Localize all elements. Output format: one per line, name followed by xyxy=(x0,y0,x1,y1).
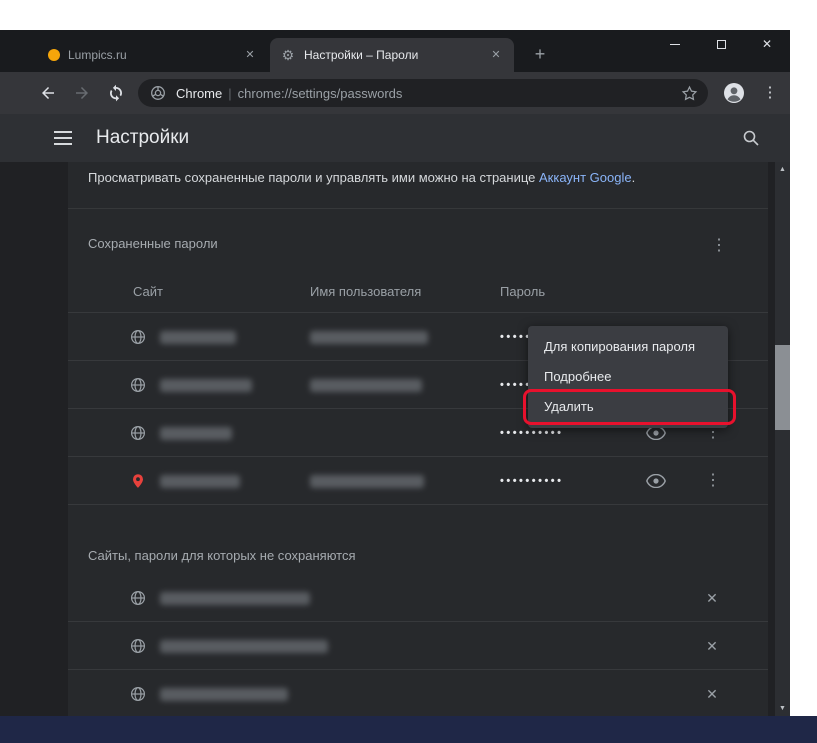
redacted-site-name xyxy=(160,427,232,440)
address-bar[interactable]: Chrome | chrome://settings/passwords xyxy=(138,79,708,107)
column-site: Сайт xyxy=(133,284,163,299)
remove-site-icon[interactable]: ✕ xyxy=(702,574,722,622)
minimize-button[interactable] xyxy=(652,30,698,58)
browser-window: Lumpics.ru ✕ ⚙ Настройки – Пароли ✕ + ✕ xyxy=(0,30,790,716)
back-icon[interactable] xyxy=(36,81,60,105)
browser-toolbar: Chrome | chrome://settings/passwords ⋮ xyxy=(0,72,790,114)
saved-passwords-menu-icon[interactable]: ⋮ xyxy=(710,232,728,260)
menu-item-delete[interactable]: Удалить xyxy=(528,392,728,422)
redacted-site-name xyxy=(160,331,236,344)
never-saved-title: Сайты, пароли для которых не сохраняются xyxy=(88,548,356,563)
site-favicon-globe-icon xyxy=(130,377,146,393)
close-button[interactable]: ✕ xyxy=(744,30,790,58)
row-more-icon[interactable]: ⋮ xyxy=(704,457,722,505)
scrollbar[interactable]: ▲ ▼ xyxy=(775,162,790,716)
redacted-site-name xyxy=(160,379,252,392)
site-favicon-globe-icon xyxy=(130,329,146,345)
hamburger-menu-icon[interactable] xyxy=(54,131,72,145)
redacted-site-name xyxy=(160,592,310,605)
scrollbar-thumb[interactable] xyxy=(775,345,790,430)
redacted-site-name xyxy=(160,475,240,488)
site-favicon-globe-icon xyxy=(130,425,146,441)
intro-text-plain: Просматривать сохраненные пароли и управ… xyxy=(88,170,539,185)
new-tab-button[interactable]: + xyxy=(528,43,552,67)
search-icon[interactable] xyxy=(742,129,760,147)
remove-site-icon[interactable]: ✕ xyxy=(702,622,722,670)
tab-title: Lumpics.ru xyxy=(68,48,234,62)
divider xyxy=(68,208,768,209)
profile-avatar[interactable] xyxy=(723,82,745,104)
password-context-menu: Для копирования пароля Подробнее Удалить xyxy=(528,326,728,428)
tab-close-icon[interactable]: ✕ xyxy=(242,47,258,63)
redacted-username xyxy=(310,331,428,344)
gear-icon: ⚙ xyxy=(280,47,296,63)
never-saved-row: ✕ xyxy=(68,622,768,670)
url-text: Chrome | chrome://settings/passwords xyxy=(176,86,681,101)
forward-icon[interactable] xyxy=(70,81,94,105)
redacted-username xyxy=(310,379,422,392)
tab-strip: Lumpics.ru ✕ ⚙ Настройки – Пароли ✕ + ✕ xyxy=(0,30,790,72)
tab-settings-passwords[interactable]: ⚙ Настройки – Пароли ✕ xyxy=(270,38,514,72)
intro-text-suffix: . xyxy=(632,170,636,185)
site-favicon-globe-icon xyxy=(130,590,146,606)
site-favicon-globe-icon xyxy=(130,686,146,702)
saved-passwords-title: Сохраненные пароли xyxy=(88,236,218,251)
browser-menu-icon[interactable]: ⋮ xyxy=(760,81,780,105)
maximize-button[interactable] xyxy=(698,30,744,58)
chrome-page-icon xyxy=(150,85,166,101)
remove-site-icon[interactable]: ✕ xyxy=(702,670,722,716)
saved-password-row: •••••••••• ⋮ xyxy=(68,457,768,505)
redacted-site-name xyxy=(160,688,288,701)
tab-lumpics[interactable]: Lumpics.ru ✕ xyxy=(38,38,268,72)
never-saved-row: ✕ xyxy=(68,670,768,716)
never-saved-row: ✕ xyxy=(68,574,768,622)
passwords-card: Просматривать сохраненные пароли и управ… xyxy=(68,162,768,716)
bookmark-star-icon[interactable] xyxy=(681,85,698,102)
settings-content: Просматривать сохраненные пароли и управ… xyxy=(0,162,790,716)
lumpics-favicon-icon xyxy=(48,49,60,61)
url-address: chrome://settings/passwords xyxy=(238,86,403,101)
table-header: Сайт Имя пользователя Пароль xyxy=(68,284,768,304)
scroll-up-icon[interactable]: ▲ xyxy=(775,162,790,177)
menu-item-copy-password[interactable]: Для копирования пароля xyxy=(528,332,728,362)
redacted-username xyxy=(310,475,424,488)
tab-close-icon[interactable]: ✕ xyxy=(488,47,504,63)
never-saved-list: ✕ ✕ ✕ xyxy=(68,574,768,716)
site-favicon-globe-icon xyxy=(130,638,146,654)
google-account-link[interactable]: Аккаунт Google xyxy=(539,170,632,185)
password-dots: •••••••••• xyxy=(500,457,564,505)
tab-title: Настройки – Пароли xyxy=(304,48,480,62)
menu-item-details[interactable]: Подробнее xyxy=(528,362,728,392)
settings-title: Настройки xyxy=(96,127,189,149)
column-username: Имя пользователя xyxy=(310,284,421,299)
settings-header: Настройки xyxy=(0,114,790,162)
site-favicon-pin-icon xyxy=(130,473,146,489)
url-divider: | xyxy=(228,86,231,101)
show-password-eye-icon[interactable] xyxy=(646,426,666,440)
taskbar-strip xyxy=(0,716,817,743)
intro-text: Просматривать сохраненные пароли и управ… xyxy=(88,169,748,187)
show-password-eye-icon[interactable] xyxy=(646,474,666,488)
redacted-site-name xyxy=(160,640,328,653)
url-product: Chrome xyxy=(176,86,222,101)
scroll-down-icon[interactable]: ▼ xyxy=(775,701,790,716)
reload-icon[interactable] xyxy=(104,81,128,105)
window-controls: ✕ xyxy=(652,30,790,58)
column-password: Пароль xyxy=(500,284,545,299)
